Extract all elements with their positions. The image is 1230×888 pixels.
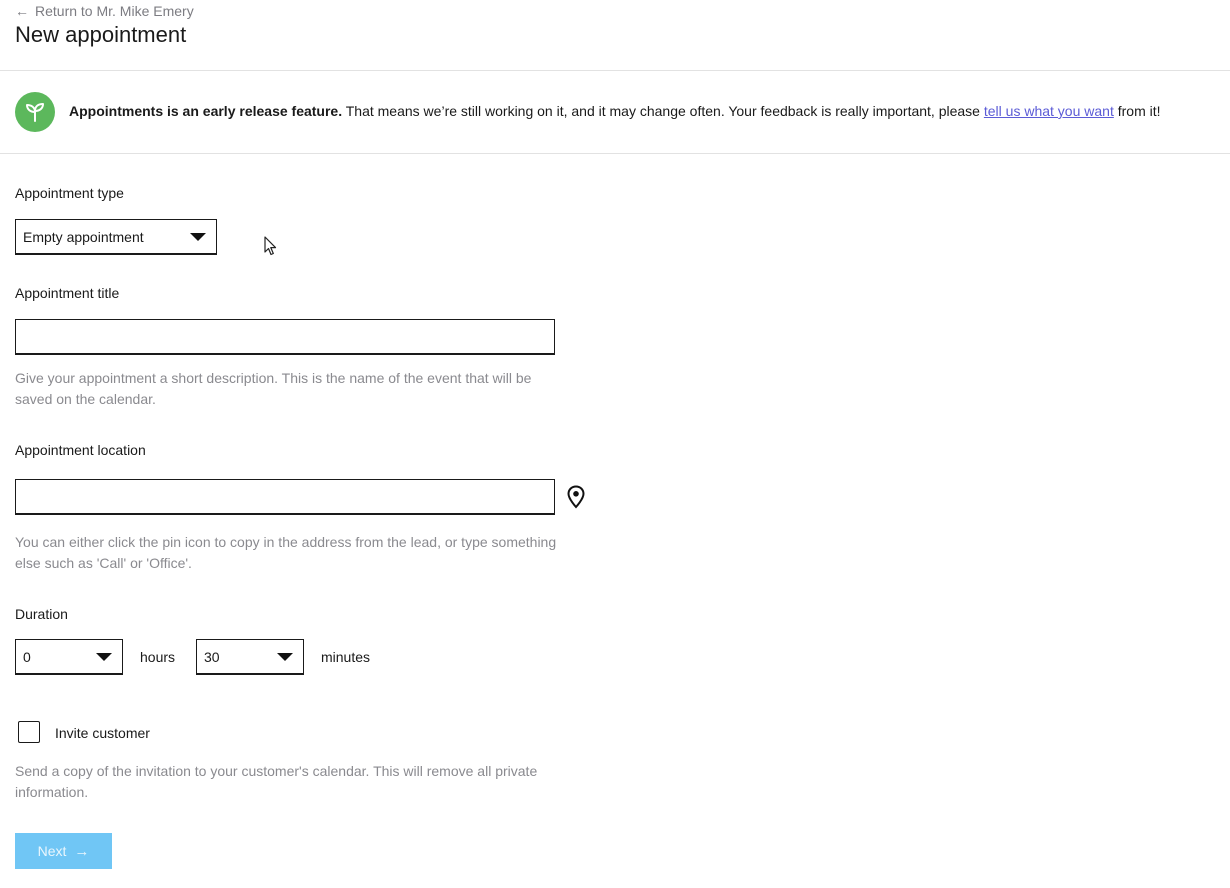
- appointment-title-label: Appointment title: [15, 285, 120, 301]
- banner-divider: [0, 153, 1230, 154]
- duration-hours-select[interactable]: 0: [15, 639, 123, 674]
- mouse-cursor-icon: [264, 236, 278, 261]
- banner-suffix: from it!: [1113, 103, 1161, 119]
- appointment-location-label: Appointment location: [15, 442, 146, 458]
- duration-hours-value: 0: [23, 648, 31, 665]
- invite-customer-label[interactable]: Invite customer: [55, 725, 150, 741]
- duration-minutes-value: 30: [204, 648, 220, 665]
- appointment-title-help: Give your appointment a short descriptio…: [15, 370, 532, 407]
- appointment-location-input[interactable]: [15, 479, 555, 514]
- appointment-type-value: Empty appointment: [23, 228, 144, 245]
- chevron-down-icon: [277, 652, 293, 661]
- appointment-type-label: Appointment type: [15, 185, 124, 201]
- hours-label: hours: [140, 649, 176, 665]
- chevron-down-icon: [190, 232, 206, 241]
- next-button[interactable]: Next →: [15, 833, 112, 869]
- feedback-link[interactable]: tell us what you want: [984, 103, 1114, 119]
- page-title: New appointment: [15, 22, 187, 47]
- appointment-title-input[interactable]: [15, 319, 555, 354]
- arrow-right-icon: →: [74, 842, 90, 860]
- back-link[interactable]: ← Return to Mr. Mike Emery: [15, 3, 194, 19]
- appointment-location-help: You can either click the pin icon to cop…: [15, 534, 557, 571]
- banner-bold-text: Appointments is an early release feature…: [69, 103, 343, 119]
- back-arrow-icon: ←: [15, 3, 29, 19]
- chevron-down-icon: [96, 652, 112, 661]
- header-divider: [0, 70, 1230, 71]
- map-pin-icon[interactable]: [566, 485, 586, 514]
- invite-customer-help: Send a copy of the invitation to your cu…: [15, 763, 538, 800]
- duration-minutes-select[interactable]: 30: [196, 639, 304, 674]
- minutes-label: minutes: [321, 649, 371, 665]
- appointment-type-select[interactable]: Empty appointment: [15, 219, 217, 254]
- banner-text: That means we’re still working on it, an…: [342, 103, 984, 119]
- back-link-label: Return to Mr. Mike Emery: [35, 3, 194, 19]
- next-button-label: Next: [37, 843, 67, 859]
- invite-customer-checkbox[interactable]: [18, 721, 40, 743]
- sprout-icon: [15, 92, 55, 132]
- early-release-banner: Appointments is an early release feature…: [69, 103, 1161, 119]
- duration-label: Duration: [15, 606, 68, 622]
